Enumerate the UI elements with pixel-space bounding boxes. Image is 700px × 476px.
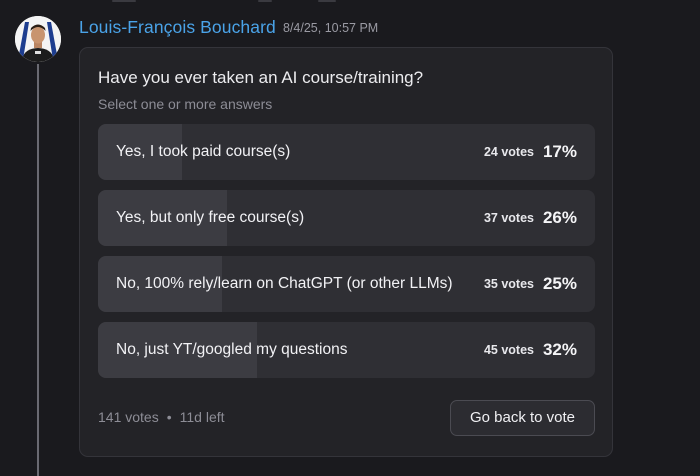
poll-option-votes: 24 votes xyxy=(483,145,534,159)
previous-message-edge xyxy=(318,0,336,2)
avatar[interactable] xyxy=(15,16,61,62)
chat-view: Louis-François Bouchard 8/4/25, 10:57 PM… xyxy=(0,0,700,476)
poll-option-label: No, just YT/googled my questions xyxy=(116,341,348,358)
author-name[interactable]: Louis-François Bouchard xyxy=(79,17,276,38)
poll-option-label: No, 100% rely/learn on ChatGPT (or other… xyxy=(116,275,453,292)
poll-option[interactable]: Yes, but only free course(s) 37 votes 26… xyxy=(98,190,595,246)
poll-option-percent: 25% xyxy=(542,274,577,293)
go-back-to-vote-button[interactable]: Go back to vote xyxy=(450,400,595,436)
poll-footer: 141 votes • 11d left xyxy=(98,409,225,425)
poll-option-percent: 26% xyxy=(542,208,577,227)
separator-dot: • xyxy=(166,409,172,425)
previous-message-edge xyxy=(258,0,272,2)
time-left: 11d left xyxy=(179,409,225,425)
poll-question: Have you ever taken an AI course/trainin… xyxy=(98,68,424,87)
poll-option-votes: 45 votes xyxy=(483,343,534,357)
poll-subtitle: Select one or more answers xyxy=(98,96,273,112)
poll-option-percent: 17% xyxy=(542,142,577,161)
poll-option-label: Yes, I took paid course(s) xyxy=(116,143,291,160)
poll-option-percent: 32% xyxy=(542,340,577,359)
poll-option[interactable]: No, 100% rely/learn on ChatGPT (or other… xyxy=(98,256,595,312)
previous-message-edge xyxy=(112,0,136,2)
poll-option[interactable]: No, just YT/googled my questions 45 vote… xyxy=(98,322,595,378)
poll-option-label: Yes, but only free course(s) xyxy=(116,209,305,226)
poll-card: Have you ever taken an AI course/trainin… xyxy=(79,47,613,457)
thread-line xyxy=(37,64,39,476)
poll-option-votes: 37 votes xyxy=(483,211,534,225)
poll-option[interactable]: Yes, I took paid course(s) 24 votes 17% xyxy=(98,124,595,180)
message-timestamp: 8/4/25, 10:57 PM xyxy=(283,21,379,35)
poll-option-votes: 35 votes xyxy=(483,277,534,291)
total-votes: 141 votes xyxy=(98,409,159,425)
